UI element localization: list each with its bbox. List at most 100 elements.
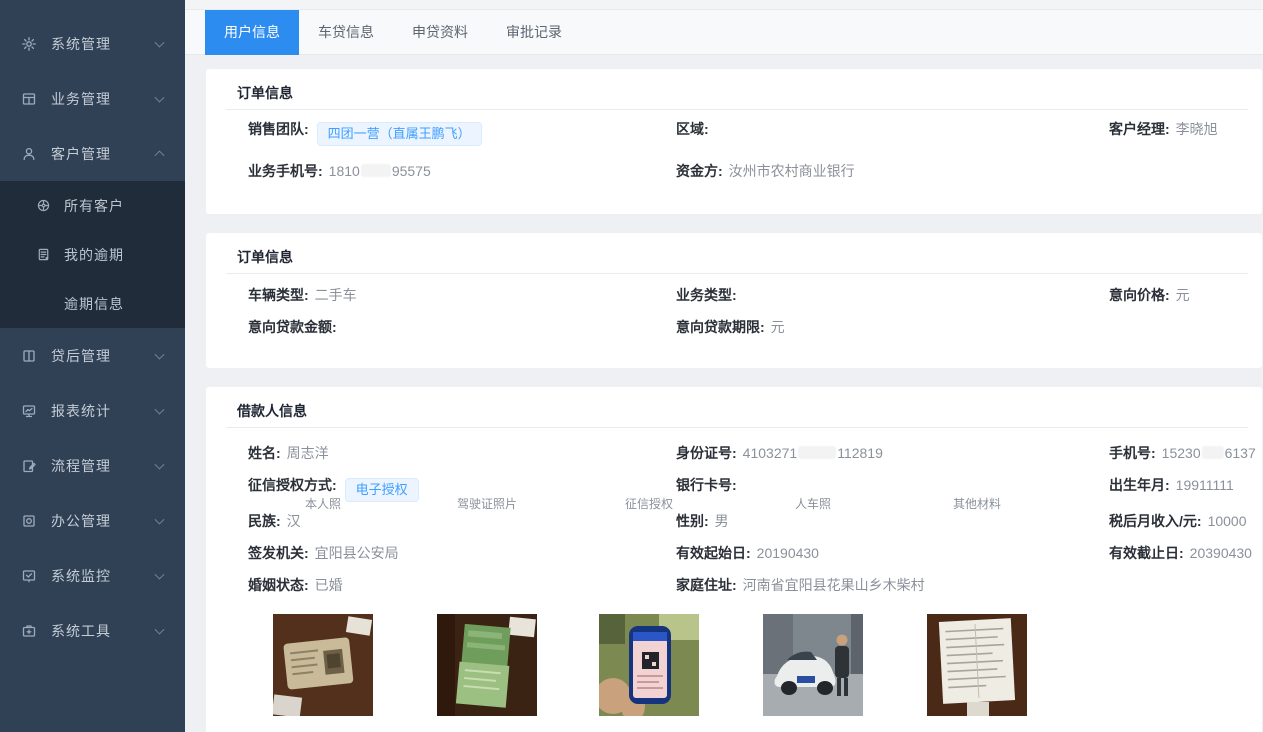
phone-field: 手机号: 152306137 bbox=[1109, 443, 1256, 463]
sidebar-subitem-label: 逾期信息 bbox=[64, 294, 124, 314]
sidebar-subitem-overdue-info[interactable]: 逾期信息 bbox=[0, 279, 185, 328]
paper-doc-photo-thumbnail[interactable] bbox=[927, 614, 1027, 716]
issuing-authority-field: 签发机关: 宜阳县公安局 bbox=[248, 543, 399, 563]
intent-price-field: 意向价格: 元 bbox=[1109, 285, 1190, 305]
person-car-photo-thumbnail[interactable] bbox=[763, 614, 863, 716]
intent-loan-amount-field: 意向贷款金额: bbox=[248, 317, 343, 337]
account-manager-field: 客户经理: 李晓旭 bbox=[1109, 119, 1218, 139]
field-label: 姓名: bbox=[248, 445, 281, 461]
field-label: 银行卡号: bbox=[676, 477, 737, 493]
field-label: 意向贷款金额: bbox=[248, 319, 337, 335]
field-value: 元 bbox=[1176, 287, 1190, 303]
sidebar-subitem-all-customers[interactable]: 所有客户 bbox=[0, 181, 185, 230]
chevron-down-icon bbox=[155, 459, 165, 469]
field-label: 业务手机号: bbox=[248, 163, 323, 179]
sales-team-field: 销售团队:四团一营（直属王鹏飞） bbox=[248, 119, 482, 146]
grid-icon bbox=[21, 91, 37, 107]
sidebar-item-customer-mgmt[interactable]: 客户管理 bbox=[0, 126, 185, 181]
field-value: 19911111 bbox=[1176, 477, 1234, 493]
green-booklet-photo-thumbnail[interactable] bbox=[437, 614, 537, 716]
marital-status-field: 婚姻状态:已婚 bbox=[248, 575, 343, 595]
vehicle-type-field: 车辆类型:二手车 bbox=[248, 285, 357, 305]
birth-date-field: 出生年月:19911111 bbox=[1109, 475, 1234, 495]
tab-loan-application-docs[interactable]: 申贷资料 bbox=[393, 10, 487, 55]
field-value: 20190430 bbox=[757, 545, 819, 561]
field-label: 资金方: bbox=[676, 163, 723, 179]
field-value: 20390430 bbox=[1190, 545, 1252, 561]
sidebar-item-system-mgmt[interactable]: 系统管理 bbox=[0, 16, 185, 71]
chevron-down-icon bbox=[155, 92, 165, 102]
field-value: 宜阳县公安局 bbox=[315, 545, 399, 561]
card-divider bbox=[226, 273, 1248, 274]
valid-from-field: 有效起始日: 20190430 bbox=[676, 543, 819, 563]
sidebar-item-postloan-mgmt[interactable]: 贷后管理 bbox=[0, 328, 185, 383]
user-icon bbox=[21, 146, 37, 162]
sidebar-subitem-label: 我的逾期 bbox=[64, 245, 124, 265]
gender-field: 性别:男 bbox=[676, 511, 729, 531]
home-address-field: 家庭住址:河南省宜阳县花果山乡木柴村 bbox=[676, 575, 925, 595]
sidebar-item-business-mgmt[interactable]: 业务管理 bbox=[0, 71, 185, 126]
name-field: 姓名:周志洋 bbox=[248, 443, 329, 463]
order-info-card-2: 订单信息 车辆类型:二手车 业务类型: 意向价格:元 意向贷款金额: 意向贷款期… bbox=[205, 232, 1263, 369]
card-divider bbox=[226, 427, 1248, 428]
tab-approval-records[interactable]: 审批记录 bbox=[487, 10, 581, 55]
field-label: 有效起始日: bbox=[676, 545, 751, 561]
toolbox-icon bbox=[21, 623, 37, 639]
sidebar-item-label: 业务管理 bbox=[51, 89, 111, 109]
photo-caption: 人车照 bbox=[763, 495, 863, 512]
chevron-down-icon bbox=[155, 624, 165, 634]
business-phone-field: 业务手机号:181095575 bbox=[248, 161, 431, 181]
id-card-photo-thumbnail[interactable] bbox=[273, 614, 373, 716]
chevron-down-icon bbox=[155, 349, 165, 359]
field-label: 区域: bbox=[676, 121, 709, 137]
order-info-card-1: 订单信息 销售团队:四团一营（直属王鹏飞） 区域: 客户经理: 李晓旭 业务手机号… bbox=[205, 68, 1263, 215]
wheel-icon bbox=[36, 198, 51, 213]
redaction-block bbox=[361, 164, 391, 177]
tab-car-loan-info[interactable]: 车贷信息 bbox=[299, 10, 393, 55]
field-label: 车辆类型: bbox=[248, 287, 309, 303]
phone-qr-photo-thumbnail[interactable] bbox=[599, 614, 699, 716]
field-label: 性别: bbox=[676, 513, 709, 529]
sales-team-tag[interactable]: 四团一营（直属王鹏飞） bbox=[317, 122, 482, 146]
sidebar-subitem-label: 所有客户 bbox=[64, 196, 124, 216]
valid-to-field: 有效截止日:20390430 bbox=[1109, 543, 1252, 563]
income-field: 税后月收入/元:10000 bbox=[1109, 511, 1247, 531]
gear-icon bbox=[21, 36, 37, 52]
chevron-down-icon bbox=[155, 514, 165, 524]
sidebar-item-system-tools[interactable]: 系统工具 bbox=[0, 603, 185, 658]
business-type-field: 业务类型: bbox=[676, 285, 743, 305]
tab-user-info[interactable]: 用户信息 bbox=[205, 10, 299, 55]
sidebar-item-process-mgmt[interactable]: 流程管理 bbox=[0, 438, 185, 493]
monitor-icon bbox=[21, 403, 37, 419]
sidebar: 系统管理 业务管理 客户管理 所有客户 bbox=[0, 0, 185, 732]
sidebar-item-office-mgmt[interactable]: 办公管理 bbox=[0, 493, 185, 548]
photo-caption: 其他材料 bbox=[927, 495, 1027, 512]
sidebar-item-system-monitor[interactable]: 系统监控 bbox=[0, 548, 185, 603]
chevron-up-icon bbox=[155, 150, 165, 160]
photo-caption: 征信授权 bbox=[599, 495, 699, 512]
office-icon bbox=[21, 513, 37, 529]
sidebar-item-label: 系统监控 bbox=[51, 566, 111, 586]
funder-field: 资金方: 汝州市农村商业银行 bbox=[676, 161, 855, 181]
field-label: 签发机关: bbox=[248, 545, 309, 561]
sidebar-item-report-stats[interactable]: 报表统计 bbox=[0, 383, 185, 438]
photo-caption: 驾驶证照片 bbox=[437, 495, 537, 512]
sidebar-item-label: 贷后管理 bbox=[51, 346, 111, 366]
field-label: 客户经理: bbox=[1109, 121, 1170, 137]
customer-mgmt-submenu: 所有客户 我的逾期 逾期信息 bbox=[0, 181, 185, 328]
redaction-block bbox=[798, 446, 836, 459]
sidebar-subitem-my-overdue[interactable]: 我的逾期 bbox=[0, 230, 185, 279]
app-window: 系统管理 业务管理 客户管理 所有客户 bbox=[0, 0, 1263, 732]
card-title: 订单信息 bbox=[237, 83, 293, 103]
field-label: 身份证号: bbox=[676, 445, 737, 461]
card-divider bbox=[226, 109, 1248, 110]
field-label: 意向价格: bbox=[1109, 287, 1170, 303]
field-value: 李晓旭 bbox=[1176, 121, 1218, 137]
region-field: 区域: bbox=[676, 119, 715, 139]
field-label: 手机号: bbox=[1109, 445, 1156, 461]
field-value: 汝州市农村商业银行 bbox=[729, 163, 855, 179]
top-strip bbox=[185, 0, 1263, 10]
field-label: 业务类型: bbox=[676, 287, 737, 303]
field-value: 152306137 bbox=[1162, 445, 1256, 461]
book-icon bbox=[21, 348, 37, 364]
